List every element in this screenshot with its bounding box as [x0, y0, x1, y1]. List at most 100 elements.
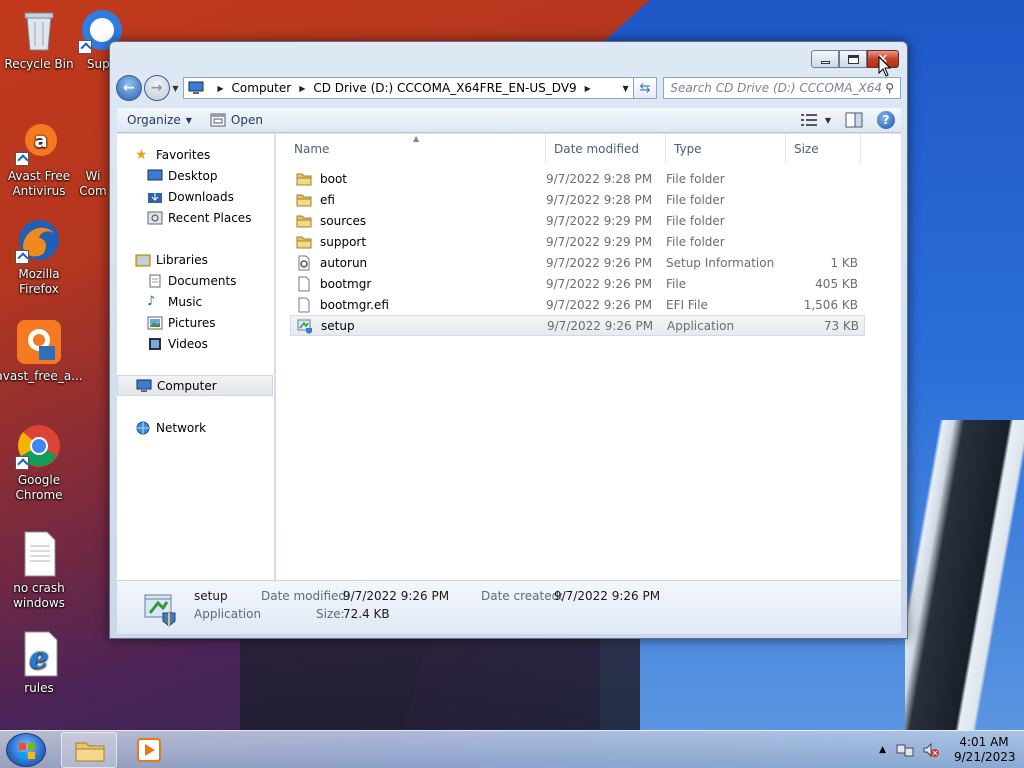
open-button[interactable]: Open	[210, 113, 263, 127]
details-size: 72.4 KB	[343, 607, 390, 621]
desktop-icon-label: avast_free_a...	[0, 369, 83, 383]
column-header-name[interactable]: Name	[276, 133, 546, 164]
desktop-icon-ie[interactable]: e rules	[0, 630, 78, 696]
svg-text:e: e	[29, 641, 48, 676]
desktop-icon-chrome[interactable]: Google Chrome	[0, 422, 78, 503]
nav-desktop[interactable]: Desktop	[117, 165, 274, 186]
network-icon	[136, 421, 150, 434]
desktop-icon-firefox[interactable]: Mozilla Firefox	[0, 216, 78, 297]
help-button[interactable]: ?	[877, 111, 895, 129]
taskbar-media-player-button[interactable]	[134, 735, 164, 765]
nav-documents[interactable]: Documents	[117, 270, 274, 291]
column-label: Name	[294, 141, 330, 156]
show-hidden-icons-button[interactable]: ▲	[879, 745, 886, 755]
file-row[interactable]: setup 9/7/2022 9:26 PM Application 73 KB	[290, 315, 865, 336]
change-view-button[interactable]: ▼	[800, 114, 831, 126]
maximize-button[interactable]	[839, 50, 867, 68]
app-icon	[78, 118, 108, 166]
firefox-icon	[15, 216, 63, 264]
desktop-icon-label: Mozilla Firefox	[18, 267, 60, 296]
file-row[interactable]: autorun 9/7/2022 9:26 PM Setup Information…	[290, 252, 865, 273]
clock[interactable]: 4:01 AM 9/21/2023	[954, 735, 1016, 765]
desktop-icon-avast[interactable]: a Avast Free Antivirus	[0, 118, 78, 199]
wallpaper-tower	[905, 420, 1024, 730]
column-header-type[interactable]: Type	[666, 133, 786, 164]
navigation-bar: ← → ▼ ▶ Computer ▶ CD Drive (D:) CCCOMA_…	[116, 74, 902, 102]
file-type-cell: File folder	[666, 171, 725, 186]
file-icon	[296, 297, 320, 313]
details-pane: setup Application Date modified: 9/7/202…	[117, 580, 901, 634]
nav-recent-places[interactable]: Recent Places	[117, 207, 274, 228]
nav-videos[interactable]: Videos	[117, 333, 274, 354]
preview-pane-icon[interactable]	[845, 112, 863, 128]
minimize-button[interactable]	[811, 50, 839, 68]
shortcut-arrow-icon	[78, 40, 92, 54]
nav-downloads[interactable]: Downloads	[117, 186, 274, 207]
file-row[interactable]: efi 9/7/2022 9:28 PM File folder	[290, 189, 865, 210]
forward-button[interactable]: →	[143, 75, 170, 101]
file-name: bootmgr	[320, 276, 372, 291]
star-icon: ★	[135, 146, 148, 163]
nav-pictures[interactable]: Pictures	[117, 312, 274, 333]
address-history-dropdown[interactable]: ▼	[623, 84, 629, 93]
file-name-cell: autorun	[290, 255, 546, 271]
folder-icon	[296, 171, 320, 187]
column-header-date[interactable]: Date modified	[546, 133, 666, 164]
file-name: boot	[320, 171, 348, 186]
file-name-cell: bootmgr	[290, 276, 546, 292]
column-headers: ▲ Name Date modified Type Size	[276, 133, 901, 164]
details-date-modified: 9/7/2022 9:26 PM	[343, 589, 450, 603]
search-box[interactable]: Search CD Drive (D:) CCCOMA_X64FR... ⚲	[663, 77, 902, 99]
organize-button[interactable]: Organize ▼	[127, 113, 192, 127]
nav-music[interactable]: ♪ Music	[117, 291, 274, 312]
help-icon: ?	[882, 113, 890, 127]
media-player-icon	[137, 738, 161, 762]
command-bar: Organize ▼ Open ▼ ?	[117, 108, 901, 133]
system-tray: ▲ 4:01 AM 9/21/2023	[879, 731, 1016, 768]
nav-label: Libraries	[156, 252, 208, 267]
desktop-icon-avast-installer[interactable]: avast_free_a...	[0, 318, 83, 384]
address-bar[interactable]: ▶ Computer ▶ CD Drive (D:) CCCOMA_X64FRE…	[183, 77, 634, 99]
back-button[interactable]: ←	[116, 75, 142, 101]
file-row[interactable]: sources 9/7/2022 9:29 PM File folder	[290, 210, 865, 231]
view-controls: ▼ ?	[800, 111, 901, 129]
column-label: Type	[674, 141, 702, 156]
navigation-pane: ★ Favorites Desktop Downloads Recent Pla…	[117, 134, 275, 580]
file-name: autorun	[320, 255, 368, 270]
start-button[interactable]	[6, 733, 46, 767]
refresh-button[interactable]: ⇆	[633, 77, 658, 99]
file-date-cell: 9/7/2022 9:29 PM	[546, 213, 653, 228]
desktop-icon-text-file[interactable]: no crash windows	[0, 530, 78, 611]
file-row[interactable]: support 9/7/2022 9:29 PM File folder	[290, 231, 865, 252]
desktop-icon-recycle-bin[interactable]: Recycle Bin	[0, 6, 78, 72]
file-row[interactable]: bootmgr.efi 9/7/2022 9:26 PM EFI File 1,506…	[290, 294, 865, 315]
breadcrumb-cd-drive[interactable]: CD Drive (D:) CCCOMA_X64FRE_EN-US_DV9	[313, 81, 576, 95]
nav-libraries[interactable]: Libraries	[117, 249, 274, 270]
file-date-cell: 9/7/2022 9:26 PM	[546, 276, 653, 291]
search-icon[interactable]: ⚲	[885, 81, 894, 95]
explorer-window[interactable]: ✕ ← → ▼ ▶ Computer ▶ CD Drive (D:) CCCOM…	[109, 41, 908, 639]
volume-muted-icon[interactable]	[922, 742, 940, 758]
file-date-cell: 9/7/2022 9:26 PM	[546, 297, 653, 312]
nav-label: Documents	[168, 273, 237, 288]
nav-computer[interactable]: Computer	[117, 375, 273, 396]
desktop-icon-wi[interactable]: Wi Com	[78, 118, 108, 199]
network-tray-icon[interactable]	[896, 742, 914, 758]
breadcrumb-computer[interactable]: Computer	[232, 81, 292, 95]
nav-label: Computer	[157, 378, 217, 393]
nav-network[interactable]: Network	[117, 417, 274, 438]
taskbar-explorer-button[interactable]	[61, 732, 117, 768]
file-row[interactable]: bootmgr 9/7/2022 9:26 PM File 405 KB	[290, 273, 865, 294]
file-date-cell: 9/7/2022 9:28 PM	[546, 192, 653, 207]
shortcut-arrow-icon	[15, 250, 29, 264]
recent-places-icon	[147, 211, 163, 224]
nav-label: Downloads	[168, 189, 234, 204]
column-header-size[interactable]: Size	[786, 133, 861, 164]
file-row[interactable]: boot 9/7/2022 9:28 PM File folder	[290, 168, 865, 189]
nav-favorites[interactable]: ★ Favorites	[117, 144, 274, 165]
details-size-label: Size:	[316, 607, 345, 621]
recent-pages-dropdown[interactable]: ▼	[170, 84, 182, 93]
setup-app-icon	[144, 594, 176, 627]
file-name-cell: setup	[291, 318, 547, 334]
breadcrumb-separator: ▶	[584, 83, 591, 93]
